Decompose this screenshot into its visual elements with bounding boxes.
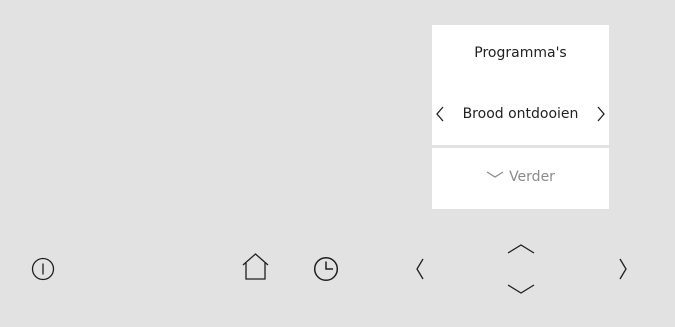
program-selector[interactable]: Brood ontdooien	[432, 103, 609, 125]
display-title: Programma's	[474, 45, 567, 61]
clock-icon[interactable]	[313, 256, 339, 282]
display-main-area: Programma's Brood ontdooien	[432, 25, 609, 145]
more-chevron-down-icon	[486, 171, 504, 178]
more-label: Verder	[509, 169, 555, 185]
program-name: Brood ontdooien	[462, 106, 579, 122]
home-icon[interactable]	[241, 252, 270, 281]
display-panel: Programma's Brood ontdooien Verder	[432, 25, 609, 209]
chevron-down-icon[interactable]	[507, 283, 535, 295]
chevron-left-icon[interactable]	[415, 258, 425, 280]
more-button[interactable]: Verder	[432, 148, 609, 209]
chevron-up-icon[interactable]	[507, 243, 535, 255]
chevron-right-icon[interactable]	[618, 258, 628, 280]
power-icon[interactable]	[31, 257, 55, 281]
program-next-icon[interactable]	[596, 106, 606, 122]
